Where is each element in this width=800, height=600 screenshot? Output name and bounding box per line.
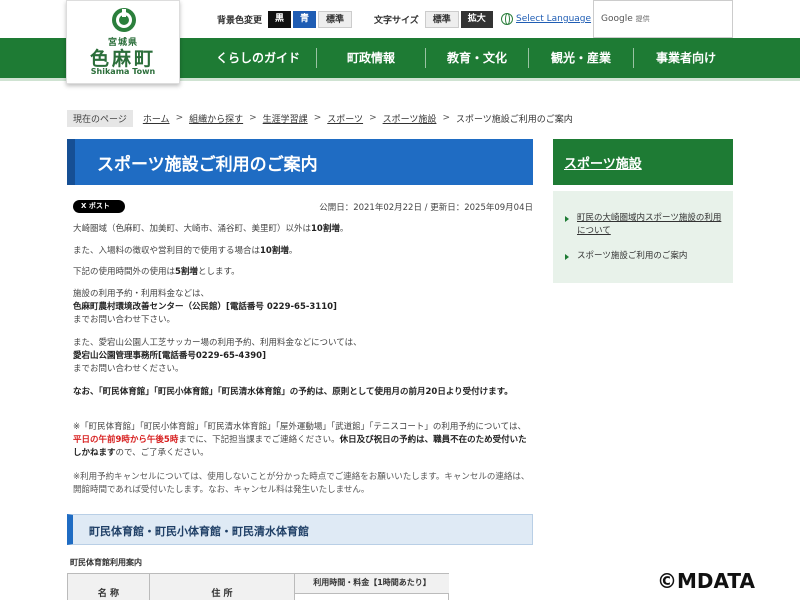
site-search-box[interactable]: Google 提供 xyxy=(593,0,733,38)
sidebar-title-bar[interactable]: スポーツ施設 xyxy=(553,139,733,185)
breadcrumb-separator: > xyxy=(175,113,184,123)
breadcrumb-separator: > xyxy=(313,113,322,123)
breadcrumb-lifelong-learning[interactable]: 生涯学習課 xyxy=(263,112,308,125)
select-language-link[interactable]: Select Language xyxy=(516,14,591,24)
nav-item-living-guide[interactable]: くらしのガイド xyxy=(200,38,316,78)
breadcrumb-organization[interactable]: 組織から探す xyxy=(189,112,243,125)
paragraph-soccer-field-contact: また、愛宕山公園人工芝サッカー場の利用予約、利用料金などについては、 愛宕山公園… xyxy=(73,338,362,374)
table-header-address: 住 所 xyxy=(150,574,295,600)
breadcrumb-separator: > xyxy=(369,113,377,123)
publish-update-dates: 公開日：2021年02月22日 / 更新日：2025年09月04日 xyxy=(319,203,533,213)
bullet-icon xyxy=(565,216,569,222)
breadcrumb-current: スポーツ施設ご利用のご案内 xyxy=(455,114,573,125)
logo-english-name: Shikama Town xyxy=(90,67,156,76)
table-caption: 町民体育館利用案内 xyxy=(70,558,142,567)
page-title: スポーツ施設ご利用のご案内 xyxy=(97,155,318,175)
bg-blue-button[interactable]: 青 xyxy=(293,10,317,28)
table-header-name: 名 称 xyxy=(68,574,150,600)
bg-black-button[interactable]: 黒 xyxy=(268,10,292,28)
town-emblem-icon xyxy=(112,8,136,32)
globe-icon xyxy=(501,13,513,25)
paragraph-reservation-hours: ※「町民体育館」「町民小体育館」「町民清水体育館」「屋外運動場」「武道館」「テニ… xyxy=(73,422,527,458)
background-color-switcher: 背景色変更 黒 青 標準 xyxy=(217,10,354,28)
bg-standard-button[interactable]: 標準 xyxy=(318,10,353,28)
table-header-fee: 利用時間・料金【1時間あたり】 xyxy=(295,574,449,594)
language-selector[interactable]: Select Language xyxy=(501,10,591,28)
breadcrumb-current-page-label: 現在のページ xyxy=(67,109,133,127)
paragraph-gym-reservation: なお、「町民体育館」「町民小体育館」「町民清水体育館」の予約は、原則として使用月… xyxy=(73,387,513,397)
font-standard-button[interactable]: 標準 xyxy=(424,10,459,28)
nav-item-tourism-industry[interactable]: 観光・産業 xyxy=(529,38,633,78)
site-logo[interactable]: 宮城県 色麻町 Shikama Town xyxy=(66,0,180,84)
breadcrumb-sports-facilities[interactable]: スポーツ施設 xyxy=(383,112,437,125)
section-heading-text: 町民体育館・町民小体育館・町民清水体育館 xyxy=(89,525,309,538)
nav-item-education-culture[interactable]: 教育・文化 xyxy=(426,38,528,78)
bg-color-label: 背景色変更 xyxy=(217,15,263,26)
breadcrumb-separator: > xyxy=(442,113,450,123)
breadcrumb-sports[interactable]: スポーツ xyxy=(327,112,363,125)
section-heading: 町民体育館・町民小体育館・町民清水体育館 xyxy=(67,514,533,545)
breadcrumb: 現在のページ ホーム > 組織から探す > 生涯学習課 > スポーツ > スポー… xyxy=(67,109,573,127)
font-enlarge-button[interactable]: 拡大 xyxy=(460,10,493,28)
paragraph-outside-area-fee: 大崎圏域（色麻町、加美町、大崎市、涌谷町、美里町）以外は10割増。 xyxy=(73,224,349,234)
sidebar-item-current-page[interactable]: スポーツ施設ご利用のご案内 xyxy=(577,250,727,263)
bullet-icon xyxy=(565,254,569,260)
sidebar-menu: 町民の大崎圏域内スポーツ施設の利用について スポーツ施設ご利用のご案内 xyxy=(553,191,733,283)
facility-table: 名 称 住 所 利用時間・料金【1時間あたり】 xyxy=(67,573,449,600)
watermark: ©MDATA xyxy=(657,569,755,593)
nav-item-town-administration[interactable]: 町政情報 xyxy=(317,38,425,78)
sidebar-title[interactable]: スポーツ施設 xyxy=(564,153,642,172)
font-size-switcher: 文字サイズ 標準 拡大 xyxy=(374,10,495,28)
paragraph-overtime-fee: 下記の使用時間外の使用は5割増とします。 xyxy=(73,267,240,277)
page-title-bar: スポーツ施設ご利用のご案内 xyxy=(67,139,533,185)
paragraph-cancellation: ※利用予約キャンセルについては、使用しないことが分かった時点でご連絡をお願いいた… xyxy=(73,472,530,495)
breadcrumb-separator: > xyxy=(249,113,257,123)
google-search-label: Google 提供 xyxy=(601,14,650,24)
x-post-button[interactable]: X ポスト xyxy=(73,200,125,213)
paragraph-admission-fee: また、入場料の徴収や営利目的で使用する場合は10割増。 xyxy=(73,246,298,256)
font-size-label: 文字サイズ xyxy=(374,15,419,26)
paragraph-reservation-contact: 施設の利用予約・利用料金などは、 色麻町農村環境改善センター（公民館）[電話番号… xyxy=(73,289,337,325)
sidebar-item-osaki-area-facilities[interactable]: 町民の大崎圏域内スポーツ施設の利用について xyxy=(577,212,727,238)
nav-item-business[interactable]: 事業者向け xyxy=(634,38,738,78)
breadcrumb-home[interactable]: ホーム xyxy=(143,112,170,125)
